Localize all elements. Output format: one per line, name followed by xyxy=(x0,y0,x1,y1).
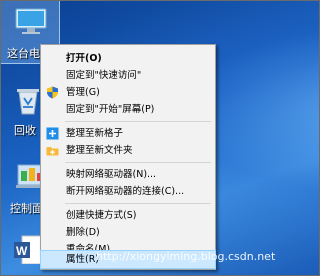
screenshot-border xyxy=(0,0,320,276)
